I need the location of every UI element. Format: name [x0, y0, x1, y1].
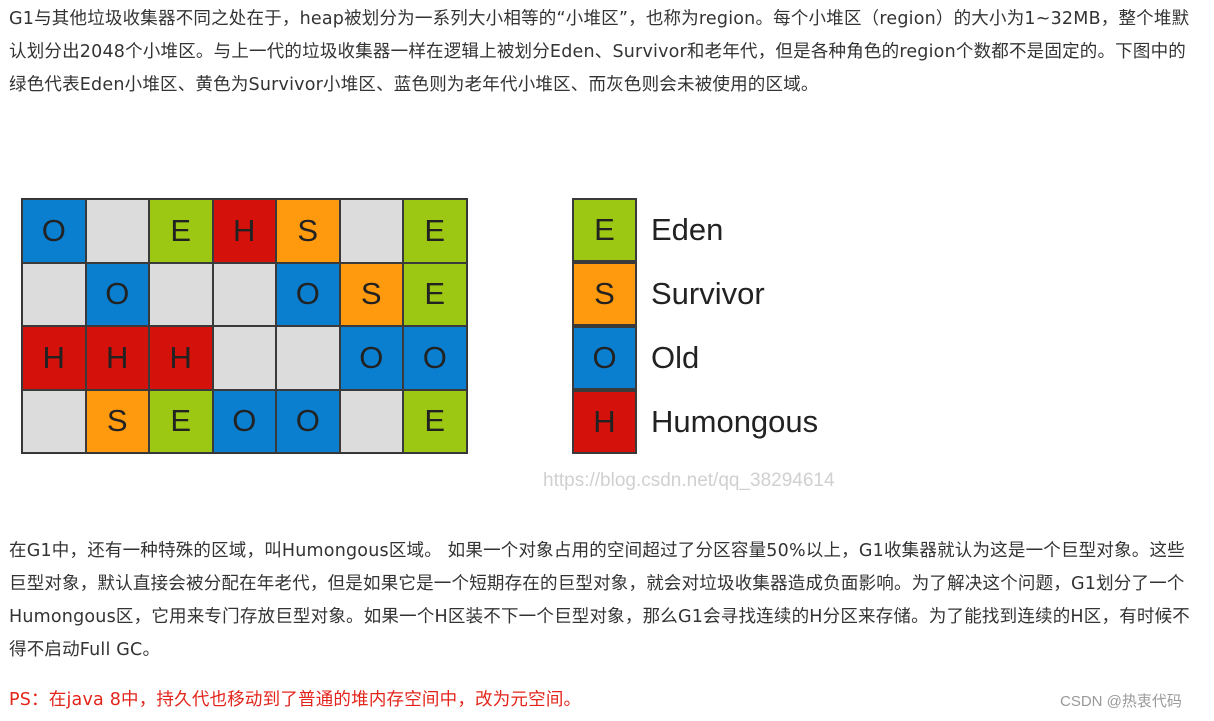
- region-cell: E: [403, 262, 467, 326]
- legend-swatch: S: [572, 262, 637, 326]
- region-cell: E: [403, 389, 467, 453]
- region-cell: [276, 326, 340, 390]
- region-cell: S: [276, 199, 340, 263]
- legend-label: Humongous: [651, 404, 819, 439]
- legend-item: O Old: [572, 326, 818, 390]
- region-cell: [339, 199, 403, 263]
- region-cell: [212, 326, 276, 390]
- region-cell: O: [85, 262, 149, 326]
- legend-swatch: E: [572, 198, 637, 262]
- csdn-author-mark: CSDN @热衷代码: [1060, 693, 1182, 710]
- humongous-paragraph: 在G1中，还有一种特殊的区域，叫Humongous区域。 如果一个对象占用的空间…: [9, 541, 1190, 660]
- legend-swatch: O: [572, 326, 637, 390]
- region-cell: E: [403, 199, 467, 263]
- region-cell: H: [85, 326, 149, 390]
- legend-label: Old: [651, 340, 700, 375]
- region-cell: O: [212, 389, 276, 453]
- region-cell: H: [22, 326, 86, 390]
- legend-swatch: H: [572, 390, 637, 454]
- region-cell: [212, 262, 276, 326]
- legend-label: Eden: [651, 212, 724, 247]
- region-cell: S: [85, 389, 149, 453]
- region-cell: E: [149, 199, 213, 263]
- region-cell: O: [276, 389, 340, 453]
- region-cell: E: [149, 389, 213, 453]
- legend-item: E Eden: [572, 198, 818, 262]
- region-cell: [22, 389, 86, 453]
- region-cell: H: [149, 326, 213, 390]
- region-cell: O: [22, 199, 86, 263]
- intro-paragraph: G1与其他垃圾收集器不同之处在于，heap被划分为一系列大小相等的“小堆区”，也…: [9, 9, 1190, 95]
- image-watermark: https://blog.csdn.net/qq_38294614: [543, 470, 835, 491]
- region-cell: H: [212, 199, 276, 263]
- ps-note: PS：在java 8中，持久代也移动到了普通的堆内存空间中，改为元空间。: [9, 690, 582, 710]
- region-cell: S: [339, 262, 403, 326]
- region-cell: O: [339, 326, 403, 390]
- region-legend: E Eden S Survivor O Old H Humongous: [572, 198, 818, 454]
- legend-item: H Humongous: [572, 390, 818, 454]
- heap-region-grid: OEHSEOOSEHHHOOSEOOE: [21, 198, 468, 454]
- region-cell: [85, 199, 149, 263]
- legend-label: Survivor: [651, 276, 765, 311]
- region-cell: O: [276, 262, 340, 326]
- region-cell: O: [403, 326, 467, 390]
- region-cell: [22, 262, 86, 326]
- region-cell: [149, 262, 213, 326]
- legend-item: S Survivor: [572, 262, 818, 326]
- region-cell: [339, 389, 403, 453]
